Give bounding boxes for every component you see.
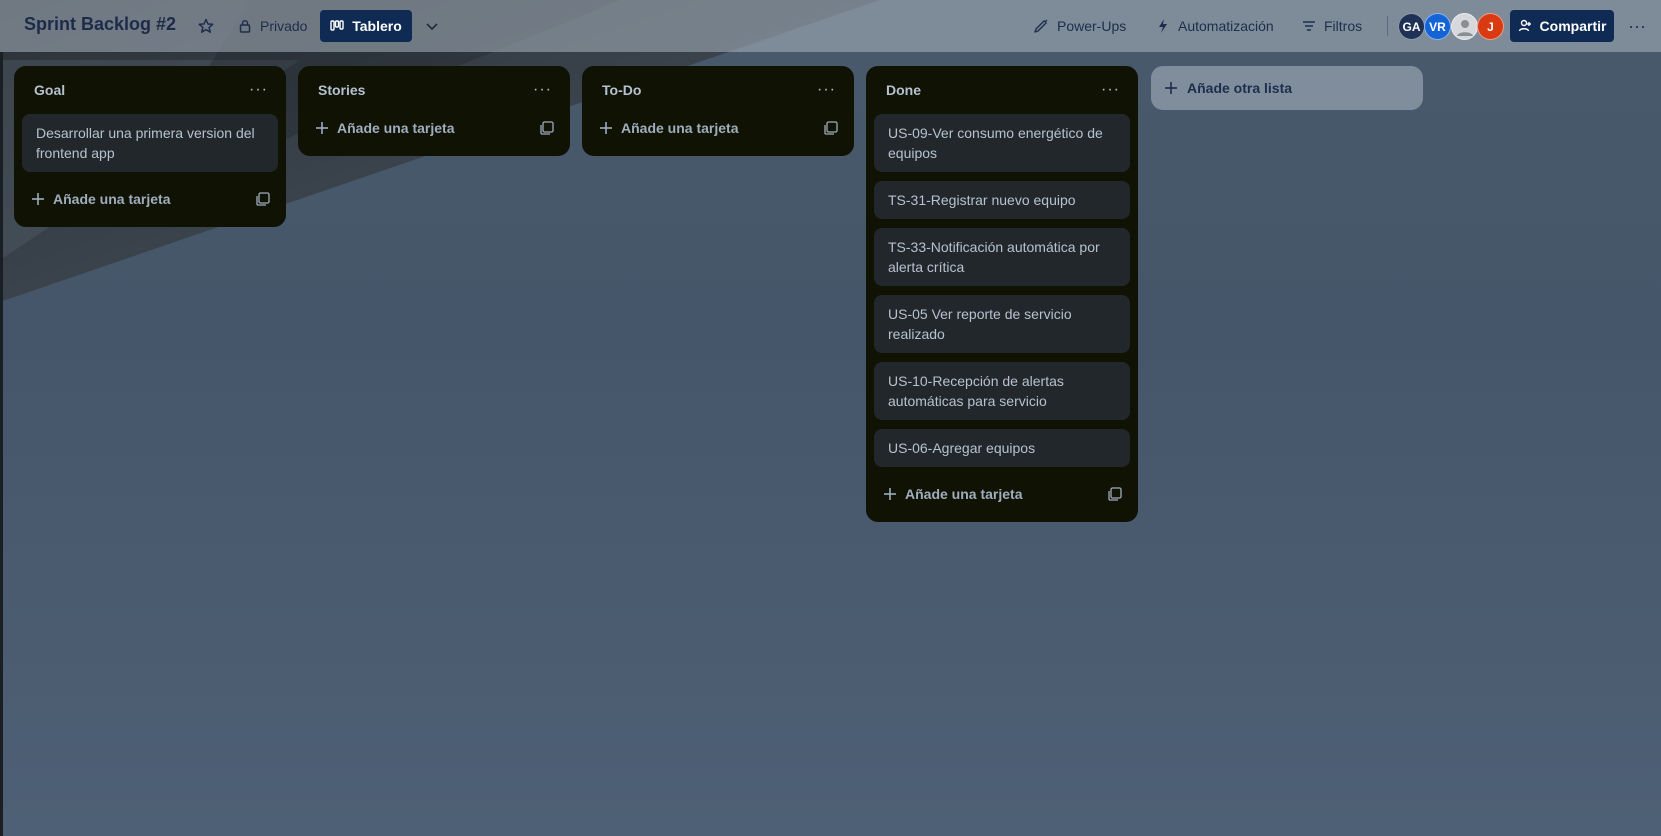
header-divider <box>1387 16 1388 36</box>
list-header: Goal ··· <box>22 66 278 114</box>
plus-icon <box>1165 82 1177 94</box>
add-card-button[interactable]: Añade una tarjeta <box>600 120 738 136</box>
filters-button[interactable]: Filtros <box>1302 10 1362 42</box>
plus-icon <box>600 122 612 134</box>
template-icon[interactable] <box>1108 487 1122 501</box>
list-menu-icon[interactable]: ··· <box>1101 81 1120 99</box>
plus-icon <box>316 122 328 134</box>
add-card-label: Añade una tarjeta <box>905 486 1023 502</box>
add-list-button[interactable]: Añade otra lista <box>1151 66 1423 110</box>
add-list-label: Añade otra lista <box>1187 80 1293 96</box>
left-edge <box>0 52 3 836</box>
card[interactable]: TS-31-Registrar nuevo equipo <box>874 181 1130 219</box>
list-header: Stories ··· <box>306 66 562 114</box>
list-title[interactable]: Goal <box>34 82 65 98</box>
filter-icon <box>1303 21 1315 31</box>
add-card-row: Añade una tarjeta <box>874 476 1130 512</box>
lock-icon <box>239 20 251 33</box>
visibility-button[interactable]: Privado <box>232 10 313 42</box>
member-avatar[interactable]: J <box>1477 13 1504 40</box>
member-avatar[interactable]: GA <box>1398 13 1425 40</box>
automation-button[interactable]: Automatización <box>1156 10 1274 42</box>
list-title[interactable]: Done <box>886 82 921 98</box>
card[interactable]: US-05 Ver reporte de servicio realizado <box>874 295 1130 353</box>
card[interactable]: US-10-Recepción de alertas automáticas p… <box>874 362 1130 420</box>
share-button[interactable]: Compartir <box>1510 10 1614 42</box>
powerups-button[interactable]: Power-Ups <box>1033 10 1126 42</box>
list-menu-icon[interactable]: ··· <box>249 81 268 99</box>
card[interactable]: US-09-Ver consumo energético de equipos <box>874 114 1130 172</box>
add-person-icon <box>1518 19 1531 32</box>
list-title[interactable]: To-Do <box>602 82 641 98</box>
card[interactable]: US-06-Agregar equipos <box>874 429 1130 467</box>
card[interactable]: Desarrollar una primera version del fron… <box>22 114 278 172</box>
plus-icon <box>884 488 896 500</box>
plus-icon <box>32 193 44 205</box>
board-view-button[interactable]: Tablero <box>320 10 412 42</box>
template-icon[interactable] <box>256 192 270 206</box>
add-card-row: Añade una tarjeta <box>22 181 278 217</box>
powerups-label: Power-Ups <box>1057 18 1127 34</box>
more-icon: ··· <box>1628 15 1646 36</box>
list-header: To-Do ··· <box>590 66 846 114</box>
member-avatar[interactable]: VR <box>1424 13 1451 40</box>
list-goal: Goal ··· Desarrollar una primera version… <box>14 66 286 227</box>
chevron-down-icon <box>426 23 438 31</box>
add-card-label: Añade una tarjeta <box>53 191 171 207</box>
board-header: Sprint Backlog #2 Privado Tablero Power-… <box>0 0 1661 52</box>
rocket-icon <box>1034 19 1048 33</box>
add-card-button[interactable]: Añade una tarjeta <box>316 120 454 136</box>
add-card-button[interactable]: Añade una tarjeta <box>884 486 1022 502</box>
board-icon <box>330 20 344 31</box>
visibility-label: Privado <box>260 18 308 34</box>
member-avatar-photo[interactable] <box>1451 13 1478 40</box>
template-icon[interactable] <box>540 121 554 135</box>
star-board-button[interactable] <box>194 10 218 42</box>
list-title[interactable]: Stories <box>318 82 365 98</box>
board-title[interactable]: Sprint Backlog #2 <box>24 14 176 35</box>
star-icon <box>198 18 214 33</box>
switch-view-button[interactable] <box>420 10 444 42</box>
add-card-button[interactable]: Añade una tarjeta <box>32 191 170 207</box>
board-view-label: Tablero <box>352 18 402 34</box>
list-done: Done ··· US-09-Ver consumo energético de… <box>866 66 1138 522</box>
more-options-button[interactable]: ··· <box>1623 10 1651 42</box>
user-photo-icon <box>1456 19 1473 36</box>
list-stories: Stories ··· Añade una tarjeta <box>298 66 570 156</box>
share-label: Compartir <box>1539 18 1607 34</box>
list-menu-icon[interactable]: ··· <box>817 81 836 99</box>
filters-label: Filtros <box>1324 18 1363 34</box>
lightning-icon <box>1159 19 1167 33</box>
list-menu-icon[interactable]: ··· <box>533 81 552 99</box>
template-icon[interactable] <box>824 121 838 135</box>
add-card-label: Añade una tarjeta <box>621 120 739 136</box>
list-header: Done ··· <box>874 66 1130 114</box>
list-todo: To-Do ··· Añade una tarjeta <box>582 66 854 156</box>
card[interactable]: TS-33-Notificación automática por alerta… <box>874 228 1130 286</box>
automation-label: Automatización <box>1178 18 1274 34</box>
add-card-row: Añade una tarjeta <box>590 110 846 146</box>
add-card-label: Añade una tarjeta <box>337 120 455 136</box>
add-card-row: Añade una tarjeta <box>306 110 562 146</box>
